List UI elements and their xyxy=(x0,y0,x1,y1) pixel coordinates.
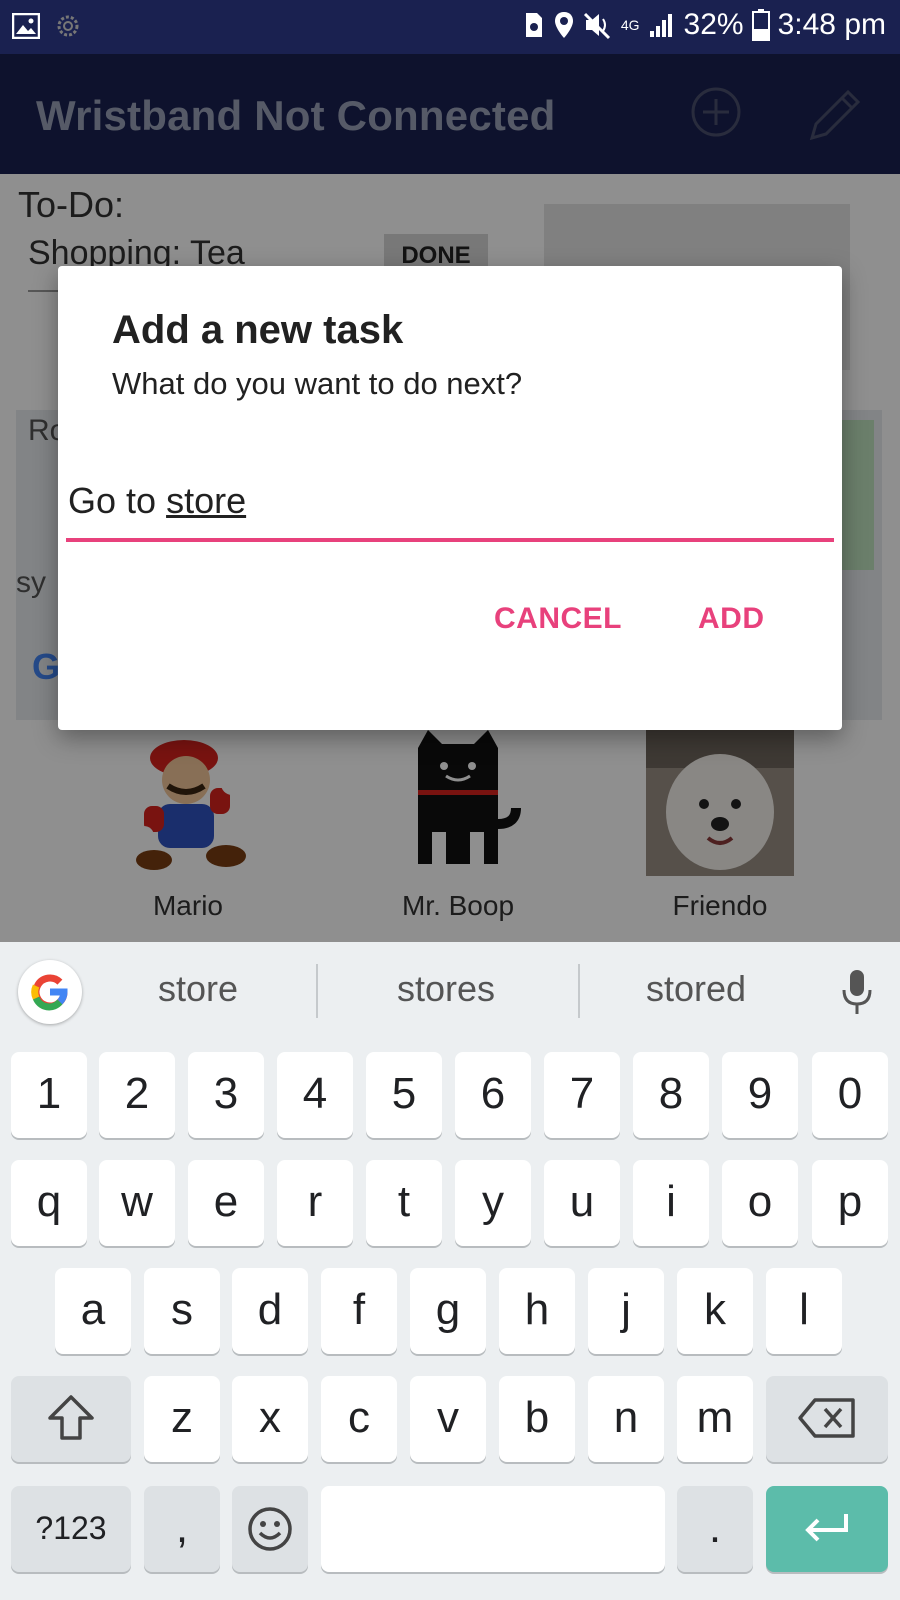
emoji-key[interactable] xyxy=(232,1486,308,1572)
task-input-prefix: Go to xyxy=(68,480,167,521)
dialog-title: Add a new task xyxy=(112,308,404,352)
add-task-dialog: Add a new task What do you want to do ne… xyxy=(58,266,842,730)
image-icon xyxy=(12,13,40,39)
key-4[interactable]: 4 xyxy=(277,1052,353,1138)
shift-icon xyxy=(48,1395,94,1440)
key-6[interactable]: 6 xyxy=(455,1052,531,1138)
settings-icon xyxy=(57,15,79,37)
key-t[interactable]: t xyxy=(366,1160,442,1246)
battery-percent: 32% xyxy=(683,8,744,41)
key-y[interactable]: y xyxy=(455,1160,531,1246)
key-j[interactable]: j xyxy=(588,1268,664,1354)
task-input[interactable]: Go to store xyxy=(66,480,834,542)
network-label: 4G xyxy=(620,17,640,33)
key-b[interactable]: b xyxy=(499,1376,575,1462)
suggestion-divider xyxy=(578,964,580,1018)
battery-icon xyxy=(751,9,770,41)
task-input-composing-word: store xyxy=(166,480,247,521)
period-key[interactable]: . xyxy=(677,1486,753,1572)
clock: 3:48 pm xyxy=(777,8,886,41)
add-button[interactable]: ADD xyxy=(698,602,765,636)
sim-icon xyxy=(525,13,542,37)
key-w[interactable]: w xyxy=(99,1160,175,1246)
mute-icon xyxy=(583,12,610,40)
location-icon xyxy=(554,12,573,38)
suggestion-1[interactable]: store xyxy=(98,968,298,1010)
key-x[interactable]: x xyxy=(232,1376,308,1462)
key-r[interactable]: r xyxy=(277,1160,353,1246)
key-q[interactable]: q xyxy=(11,1160,87,1246)
key-h[interactable]: h xyxy=(499,1268,575,1354)
key-f[interactable]: f xyxy=(321,1268,397,1354)
key-z[interactable]: z xyxy=(144,1376,220,1462)
key-8[interactable]: 8 xyxy=(633,1052,709,1138)
key-9[interactable]: 9 xyxy=(722,1052,798,1138)
emoji-icon xyxy=(248,1507,292,1551)
status-bar: 4G 32% 3:48 pm xyxy=(0,0,900,54)
key-m[interactable]: m xyxy=(677,1376,753,1462)
keyboard: store stores stored 1 2 3 4 5 6 7 8 9 0 … xyxy=(0,942,900,1600)
backspace-key[interactable] xyxy=(766,1376,888,1462)
shift-key[interactable] xyxy=(11,1376,131,1462)
suggestion-strip: store stores stored xyxy=(0,942,900,1042)
signal-icon xyxy=(649,14,672,37)
key-s[interactable]: s xyxy=(144,1268,220,1354)
key-n[interactable]: n xyxy=(588,1376,664,1462)
key-5[interactable]: 5 xyxy=(366,1052,442,1138)
key-l[interactable]: l xyxy=(766,1268,842,1354)
comma-key[interactable]: , xyxy=(144,1486,220,1572)
key-g[interactable]: g xyxy=(410,1268,486,1354)
key-u[interactable]: u xyxy=(544,1160,620,1246)
key-1[interactable]: 1 xyxy=(11,1052,87,1138)
mic-icon[interactable] xyxy=(840,968,874,1016)
backspace-icon xyxy=(798,1398,855,1438)
suggestion-divider xyxy=(316,964,318,1018)
enter-icon xyxy=(805,1514,848,1542)
key-0[interactable]: 0 xyxy=(812,1052,888,1138)
key-3[interactable]: 3 xyxy=(188,1052,264,1138)
symbols-key[interactable]: ?123 xyxy=(11,1486,131,1572)
key-v[interactable]: v xyxy=(410,1376,486,1462)
key-d[interactable]: d xyxy=(232,1268,308,1354)
key-o[interactable]: o xyxy=(722,1160,798,1246)
enter-key[interactable] xyxy=(766,1486,888,1572)
suggestion-2[interactable]: stores xyxy=(346,968,546,1010)
key-a[interactable]: a xyxy=(55,1268,131,1354)
key-2[interactable]: 2 xyxy=(99,1052,175,1138)
space-key[interactable] xyxy=(321,1486,665,1572)
suggestion-3[interactable]: stored xyxy=(596,968,796,1010)
cancel-button[interactable]: CANCEL xyxy=(494,602,622,636)
key-e[interactable]: e xyxy=(188,1160,264,1246)
google-g-icon[interactable] xyxy=(18,960,82,1024)
dialog-message: What do you want to do next? xyxy=(112,366,523,401)
key-p[interactable]: p xyxy=(812,1160,888,1246)
key-7[interactable]: 7 xyxy=(544,1052,620,1138)
key-k[interactable]: k xyxy=(677,1268,753,1354)
key-i[interactable]: i xyxy=(633,1160,709,1246)
key-c[interactable]: c xyxy=(321,1376,397,1462)
